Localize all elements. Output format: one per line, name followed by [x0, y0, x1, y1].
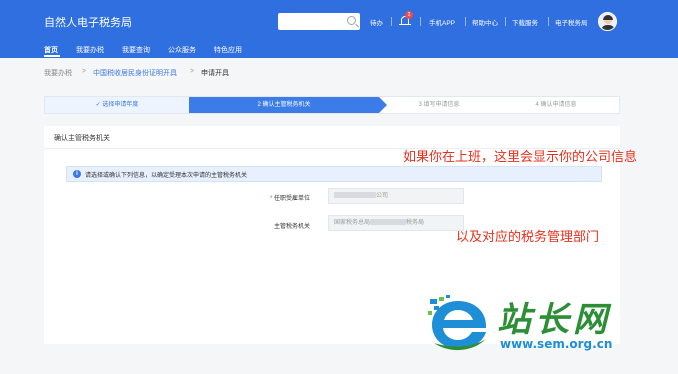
- header-divider: [391, 17, 392, 26]
- search-input[interactable]: [278, 13, 360, 30]
- user-avatar[interactable]: [598, 12, 617, 31]
- header-divider: [505, 17, 506, 26]
- nav-query[interactable]: 我要查询: [122, 45, 150, 55]
- info-banner: i 请选择或确认下列信息，以确定受理本次申请的主管税务机关: [66, 166, 602, 182]
- employer-value-suffix: 公司: [376, 193, 389, 199]
- watermark-url: www.sem.org.cn: [500, 337, 613, 351]
- annotation-tax-department: 以及对应的税务管理部门: [456, 230, 600, 245]
- watermark-logo-icon: [428, 295, 487, 351]
- step-select-year[interactable]: ✓ 选择申请年度: [45, 97, 189, 113]
- download-link[interactable]: 下载服务: [512, 17, 538, 27]
- redacted-text: [334, 192, 376, 199]
- annotation-company-info: 如果你在上班，这里会显示你的公司信息: [403, 150, 638, 165]
- step-confirm-authority: 2 确认主管税务机关: [189, 97, 379, 113]
- authority-value-prefix: 国家税务总局: [334, 220, 371, 226]
- chevron-right-icon: >: [190, 68, 195, 75]
- step-confirm-info: 4 确认申请信息: [535, 102, 577, 108]
- todo-link[interactable]: 待办: [370, 17, 383, 27]
- app-title[interactable]: 自然人电子税务局: [44, 14, 132, 30]
- chevron-right-icon: >: [82, 68, 87, 75]
- help-center-link[interactable]: 帮助中心: [472, 17, 498, 27]
- nav-public-service[interactable]: 公众服务: [168, 45, 196, 55]
- authority-value-suffix: 税务局: [406, 220, 425, 226]
- redacted-text: [370, 219, 407, 226]
- nav-home[interactable]: 首页: [44, 45, 58, 55]
- notification-badge: 2: [405, 11, 413, 19]
- panel-title: 确认主管税务机关: [54, 135, 110, 142]
- mobile-app-link[interactable]: 手机APP: [429, 17, 455, 27]
- nav-active-indicator: [44, 55, 60, 57]
- nav-featured-apps[interactable]: 特色应用: [214, 45, 242, 55]
- info-text: 请选择或确认下列信息，以确定受理本次申请的主管税务机关: [85, 173, 248, 179]
- employer-label: * 任职受雇单位: [269, 196, 310, 202]
- step-arrow: [379, 97, 387, 113]
- breadcrumb-current: 申请开具: [201, 70, 229, 77]
- e-tax-bureau-link[interactable]: 电子税务局: [555, 17, 588, 27]
- search-icon[interactable]: [347, 16, 356, 25]
- nav-file-tax[interactable]: 我要办税: [76, 45, 104, 55]
- info-icon: i: [73, 170, 81, 178]
- breadcrumb-file-tax[interactable]: 我要办税: [44, 68, 72, 78]
- header-divider: [548, 17, 549, 26]
- step-fill-info: 3 填写申请信息: [418, 102, 460, 108]
- breadcrumb-residency-cert[interactable]: 中国税收居民身份证明开具: [93, 68, 177, 78]
- watermark-title: 站长网: [497, 300, 611, 340]
- top-header: 自然人电子税务局 待办 2 手机APP 帮助中心 下载服务 电子税务局 首页 我…: [0, 0, 678, 58]
- employer-field[interactable]: 公司: [328, 188, 464, 204]
- header-divider: [465, 17, 466, 26]
- tax-authority-field[interactable]: 国家税务总局 税务局: [328, 215, 464, 231]
- header-divider: [420, 17, 421, 26]
- step-progress: ✓ 选择申请年度 2 确认主管税务机关 3 填写申请信息 4 确认申请信息: [44, 96, 620, 114]
- authority-label: 主管税务机关: [273, 224, 310, 230]
